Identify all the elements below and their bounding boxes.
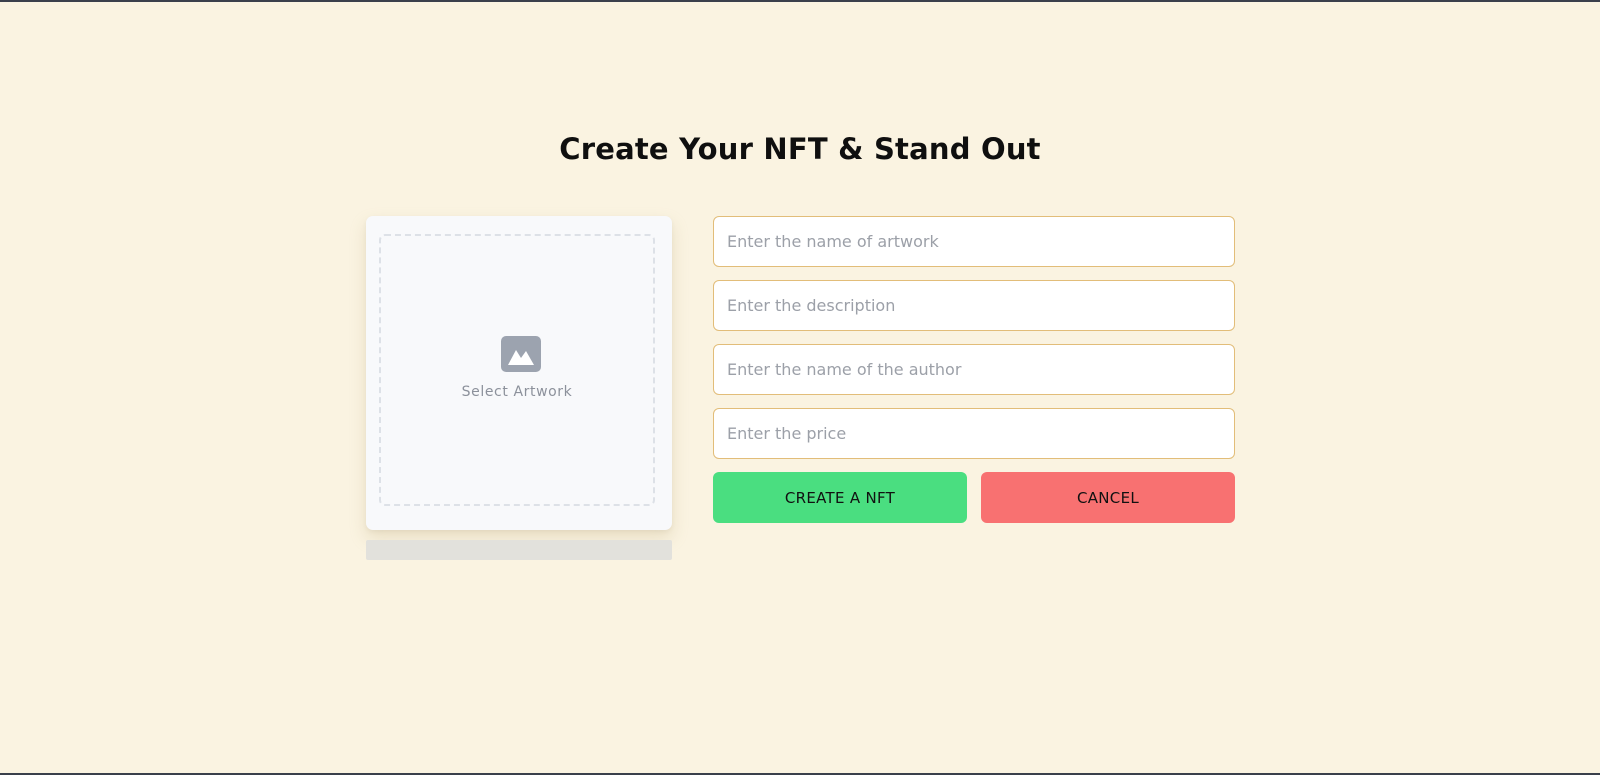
select-artwork-label: Select Artwork <box>461 384 573 400</box>
image-icon <box>501 336 541 372</box>
artwork-card: Select Artwork <box>366 216 672 530</box>
app-frame: Create Your NFT & Stand Out Select Artwo… <box>0 0 1600 775</box>
create-nft-button[interactable]: CREATE A NFT <box>713 472 967 523</box>
form-buttons: CREATE A NFT CANCEL <box>713 472 1235 523</box>
author-name-input[interactable] <box>713 344 1235 395</box>
nft-form: CREATE A NFT CANCEL <box>713 216 1235 523</box>
price-input[interactable] <box>713 408 1235 459</box>
cancel-button[interactable]: CANCEL <box>981 472 1235 523</box>
page-title: Create Your NFT & Stand Out <box>559 132 1041 166</box>
select-artwork-dropzone[interactable]: Select Artwork <box>379 234 655 506</box>
description-input[interactable] <box>713 280 1235 331</box>
artwork-caption-bar <box>366 540 672 560</box>
artwork-name-input[interactable] <box>713 216 1235 267</box>
